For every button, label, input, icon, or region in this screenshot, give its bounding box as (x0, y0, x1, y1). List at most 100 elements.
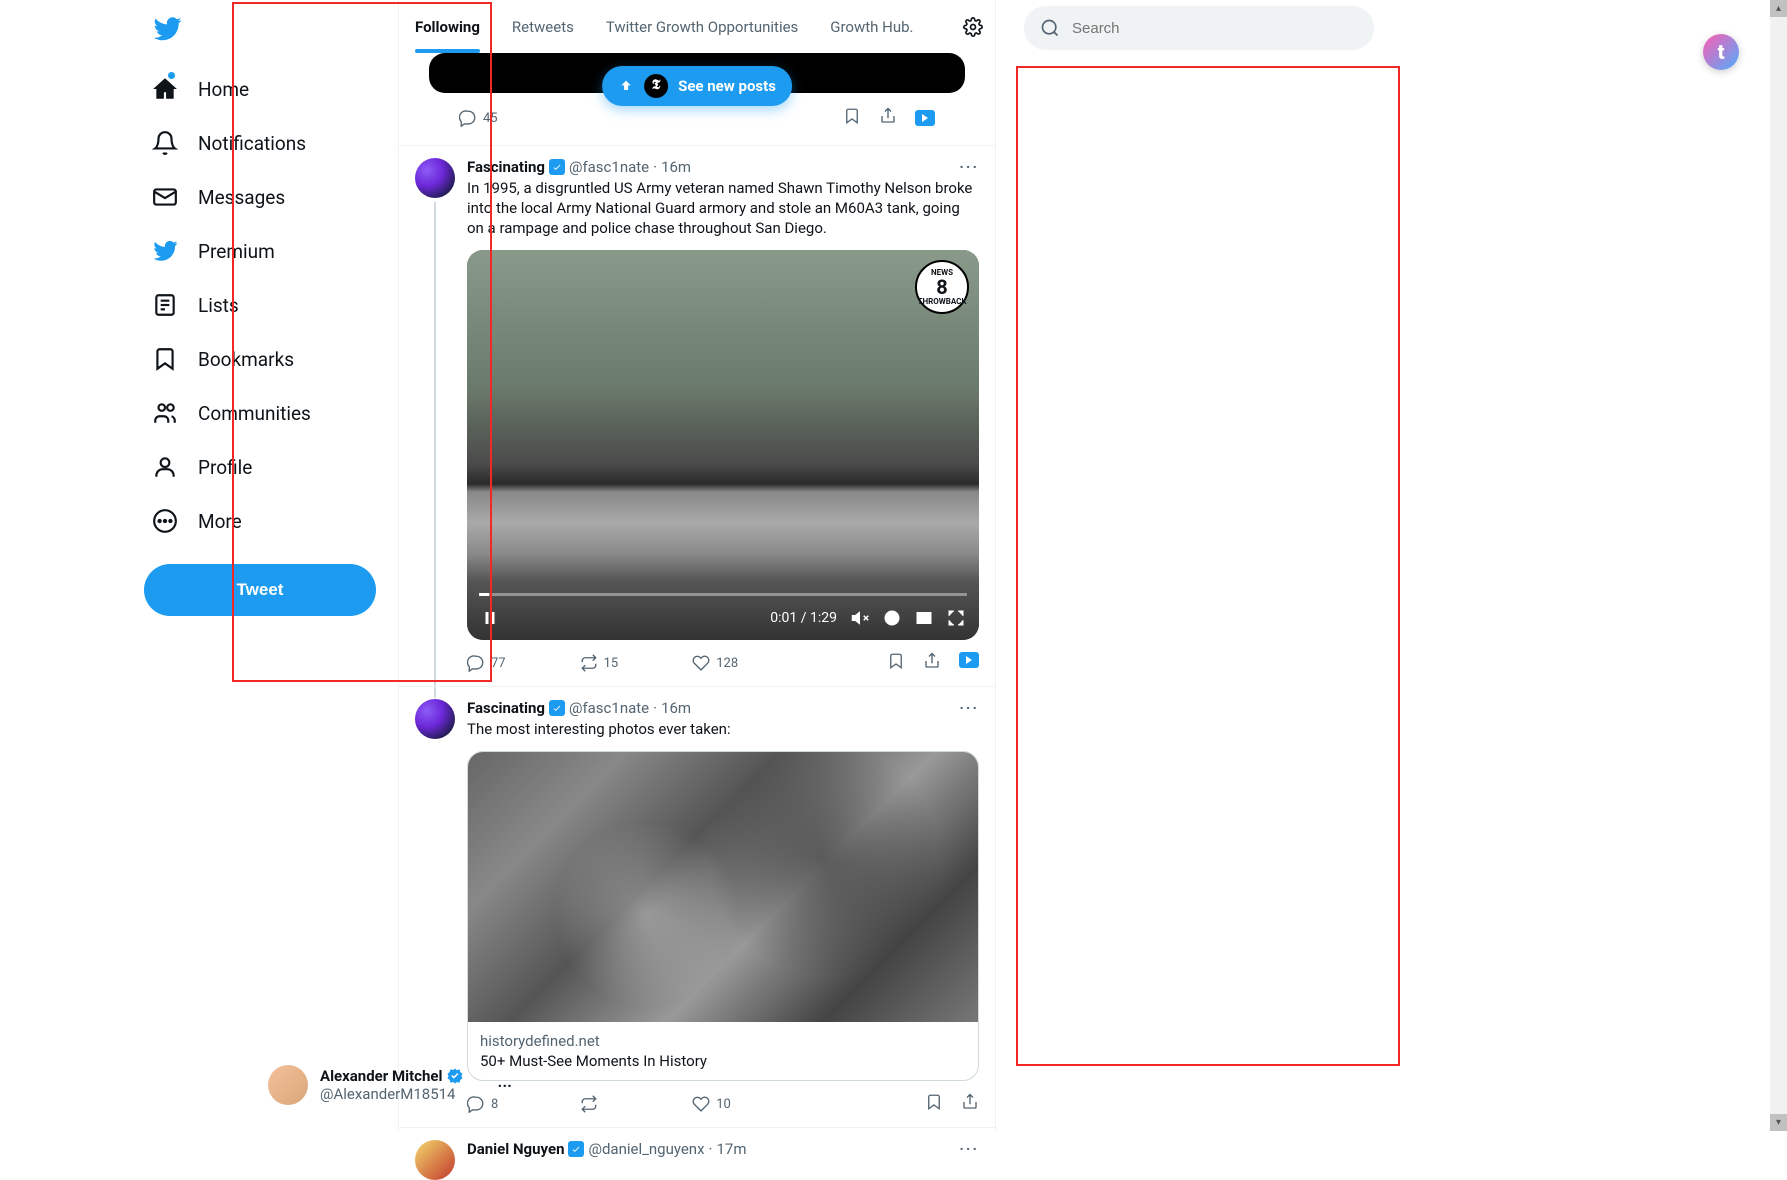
pill-avatar: 𝕿 (644, 74, 668, 98)
card-domain: historydefined.net (480, 1032, 966, 1050)
nav-home[interactable]: Home (140, 62, 390, 116)
reply-action[interactable]: 77 (467, 654, 580, 672)
bell-icon (152, 130, 178, 156)
search-icon (1040, 18, 1060, 38)
tweet-time[interactable]: 17m (716, 1140, 746, 1158)
author-name[interactable]: Fascinating (467, 699, 545, 717)
sidebar-nav: Home Notifications Messages Premium List… (130, 0, 390, 1131)
author-handle[interactable]: @fasc1nate (569, 158, 649, 176)
account-name: Alexander Mitchel (320, 1067, 442, 1085)
retweet-action[interactable]: 15 (580, 654, 693, 672)
home-icon (152, 76, 178, 102)
nav-messages[interactable]: Messages (140, 170, 390, 224)
share-action-icon[interactable] (961, 1093, 979, 1115)
tweet-button[interactable]: Tweet (144, 564, 376, 616)
fullscreen-icon[interactable] (947, 609, 965, 627)
nav-label: Profile (198, 456, 252, 479)
video-indicator-icon[interactable] (959, 652, 979, 668)
card-image (468, 752, 978, 1022)
nav-label: More (198, 510, 242, 533)
nav-more[interactable]: More (140, 494, 390, 548)
author-handle[interactable]: @daniel_nguyenx (588, 1140, 704, 1158)
bookmark-action-icon[interactable] (887, 652, 905, 674)
nav-label: Communities (198, 402, 311, 425)
news-watermark: NEWS 8 THROWBACK (915, 260, 969, 314)
new-posts-pill[interactable]: 𝕿 See new posts (602, 66, 792, 106)
scroll-up-arrow[interactable]: ▴ (1770, 0, 1787, 17)
author-avatar[interactable] (415, 699, 455, 739)
tab-growth-opps[interactable]: Twitter Growth Opportunities (590, 0, 814, 53)
nav-lists[interactable]: Lists (140, 278, 390, 332)
tab-retweets[interactable]: Retweets (496, 0, 590, 53)
mute-icon[interactable] (851, 609, 869, 627)
search-input[interactable] (1072, 20, 1358, 37)
tab-label: Growth Hub. (830, 18, 913, 36)
home-notification-dot (168, 72, 175, 79)
share-action-icon[interactable] (923, 652, 941, 674)
tab-following[interactable]: Following (399, 0, 496, 53)
link-card[interactable]: historydefined.net 50+ Must-See Moments … (467, 751, 979, 1081)
tab-growth-hub[interactable]: Growth Hub. (814, 0, 929, 53)
tweet-time[interactable]: 16m (661, 699, 691, 717)
main-timeline: Following Retweets Twitter Growth Opport… (398, 0, 996, 1131)
tweet-text: In 1995, a disgruntled US Army veteran n… (467, 178, 979, 238)
bookmark-action-icon[interactable] (843, 107, 861, 129)
scroll-down-arrow[interactable]: ▾ (1770, 1114, 1787, 1131)
tweet-text: The most interesting photos ever taken: (467, 719, 979, 739)
author-avatar[interactable] (415, 1140, 455, 1180)
retweet-action[interactable] (580, 1095, 693, 1113)
author-name[interactable]: Daniel Nguyen (467, 1140, 564, 1158)
separator-dot: · (653, 158, 657, 176)
video-controls: 0:01 / 1:29 (467, 596, 979, 640)
verified-badge-icon (549, 700, 565, 716)
separator-dot: · (709, 1140, 713, 1158)
tab-label: Retweets (512, 18, 574, 36)
video-frame (467, 250, 979, 640)
nav-profile[interactable]: Profile (140, 440, 390, 494)
tweet-more-icon[interactable]: ··· (959, 699, 979, 717)
search-box[interactable] (1024, 6, 1374, 50)
tweet-time[interactable]: 16m (661, 158, 691, 176)
separator-dot: · (653, 699, 657, 717)
account-handle: @AlexanderM18514 (320, 1085, 486, 1103)
author-handle[interactable]: @fasc1nate (569, 699, 649, 717)
tweet[interactable]: Daniel Nguyen @daniel_nguyenx · 17m ··· (399, 1127, 995, 1180)
arrow-up-icon (618, 78, 634, 94)
pip-icon[interactable] (915, 609, 933, 627)
nav-label: Premium (198, 240, 275, 263)
account-more-icon[interactable]: ··· (498, 1076, 512, 1095)
like-action[interactable]: 128 (692, 654, 805, 672)
pause-icon[interactable] (481, 609, 499, 627)
tweet-more-icon[interactable]: ··· (959, 158, 979, 176)
video-indicator-icon[interactable] (915, 110, 935, 126)
reply-action[interactable]: 45 (459, 109, 498, 127)
thread-connector (434, 202, 436, 698)
extension-icon[interactable]: t (1703, 34, 1739, 70)
person-icon (152, 454, 178, 480)
nav-label: Bookmarks (198, 348, 294, 371)
nav-communities[interactable]: Communities (140, 386, 390, 440)
tab-label: Twitter Growth Opportunities (606, 18, 798, 36)
author-name[interactable]: Fascinating (467, 158, 545, 176)
video-settings-icon[interactable] (883, 609, 901, 627)
tweet[interactable]: Fascinating @fasc1nate · 16m ··· In 1995… (399, 145, 995, 686)
envelope-icon (152, 184, 178, 210)
nav-premium[interactable]: Premium (140, 224, 390, 278)
tweet-more-icon[interactable]: ··· (959, 1140, 979, 1158)
account-avatar (268, 1065, 308, 1105)
like-action[interactable]: 10 (692, 1095, 805, 1113)
author-avatar[interactable] (415, 158, 455, 198)
share-action-icon[interactable] (879, 107, 897, 129)
tweet-video[interactable]: NEWS 8 THROWBACK 0:01 / 1:29 (467, 250, 979, 640)
bookmark-icon (152, 346, 178, 372)
nav-notifications[interactable]: Notifications (140, 116, 390, 170)
bookmark-action-icon[interactable] (925, 1093, 943, 1115)
vertical-scrollbar[interactable]: ▴ ▾ (1770, 0, 1787, 1131)
account-switcher[interactable]: Alexander Mitchel @AlexanderM18514 ··· (260, 1057, 520, 1113)
timeline-settings-icon[interactable] (963, 17, 983, 37)
tab-label: Following (415, 18, 480, 36)
tweet-actions: 77 15 128 (467, 652, 979, 674)
list-icon (152, 292, 178, 318)
twitter-logo[interactable] (140, 4, 390, 62)
nav-bookmarks[interactable]: Bookmarks (140, 332, 390, 386)
